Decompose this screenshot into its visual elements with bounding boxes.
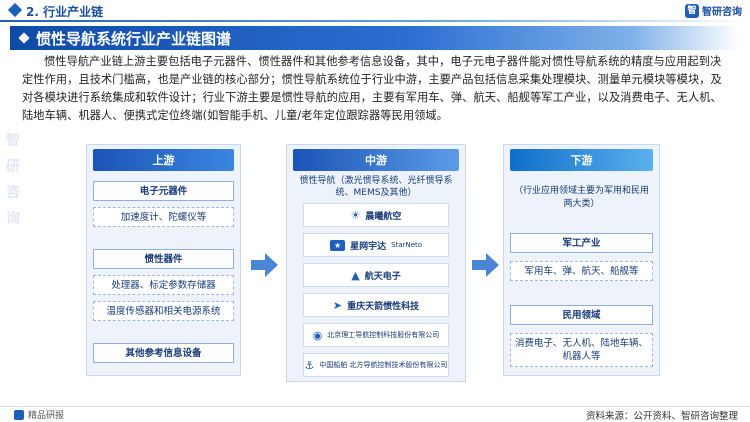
arrow-icon: ➤ — [332, 298, 343, 312]
upstream-group-inertial: 惯性器件 处理器、标定参数存储器 温度传感器和相关电源系统 — [93, 249, 234, 321]
downstream-panel: 下游 （行业应用领域主要为军用和民用两大类） 军工产业 军用车、弹、航天、船舰等… — [503, 144, 660, 376]
title-bar: 惯性导航系统行业产业链图谱 — [10, 26, 740, 50]
civil-item[interactable]: 消费电子、无人机、陆地车辆、机器人等 — [510, 333, 653, 367]
company-subname: StarNeto — [391, 241, 423, 249]
description-paragraph: 惯性导航产业链上游主要包括电子元器件、惯性器件和其他参考信息设备，其中，电子元电… — [22, 55, 722, 122]
north-nav-icon: ⚓ — [304, 358, 315, 372]
page-title: 惯性导航系统行业产业链图谱 — [36, 29, 232, 48]
brand-logo[interactable]: 智 智研咨询 — [685, 3, 742, 18]
watermark-char: 询 — [6, 211, 20, 227]
civil-title[interactable]: 民用领域 — [510, 305, 653, 325]
company-tianjian[interactable]: ➤ 重庆天箭惯性科技 — [303, 293, 449, 317]
electronics-item[interactable]: 加速度计、陀螺仪等 — [93, 207, 234, 227]
downstream-note: （行业应用领域主要为军用和民用两大类） — [513, 186, 649, 209]
company-bit-navigation[interactable]: ◉ 北京理工导航控制科技股份有限公司 — [303, 323, 449, 347]
morning-sun-icon: ☀ — [350, 208, 361, 222]
header-divider — [0, 20, 750, 22]
midstream-panel: 中游 惯性导航（激光惯导系统、光纤惯导系统、MEMS及其他） ☀ 晨曦航空 ★ … — [286, 144, 466, 382]
upstream-group-other: 其他参考信息设备 — [93, 343, 234, 363]
brand-logo-text: 智研咨询 — [702, 7, 742, 18]
midstream-note: 惯性导航（激光惯导系统、光纤惯导系统、MEMS及其他） — [299, 176, 453, 198]
inertial-item-processor[interactable]: 处理器、标定参数存储器 — [93, 275, 234, 295]
downstream-header: 下游 — [510, 149, 653, 171]
footer: 精品研报 资料来源：公开资料、智研咨询整理 — [0, 406, 750, 422]
watermark-char: 研 — [6, 159, 20, 175]
section-diamond-icon — [7, 2, 23, 18]
watermark-char: 咨 — [6, 185, 20, 201]
title-diamond-icon — [18, 32, 30, 44]
section-title: 2. 行业产业链 — [26, 5, 104, 19]
watermark-char: 智 — [6, 133, 20, 149]
military-item[interactable]: 军用车、弹、航天、船舰等 — [510, 261, 653, 281]
watermark: 智 研 咨 询 — [2, 130, 24, 228]
company-name: 重庆天箭惯性科技 — [347, 301, 420, 312]
downstream-group-civil: 民用领域 消费电子、无人机、陆地车辆、机器人等 — [510, 305, 653, 367]
company-chenxi[interactable]: ☀ 晨曦航空 — [303, 203, 449, 227]
footer-divider — [0, 406, 750, 407]
company-name: 晨曦航空 — [365, 211, 402, 222]
flow-arrow-icon — [251, 252, 279, 278]
aerospace-icon: ▲ — [351, 268, 360, 282]
electronics-title[interactable]: 电子元器件 — [93, 181, 234, 201]
military-title[interactable]: 军工产业 — [510, 233, 653, 253]
company-north-navigation[interactable]: ⚓ 中国船舶 北方导航控制技术股份有限公司 — [303, 353, 449, 377]
flow-arrow-icon — [472, 252, 500, 278]
company-aerospace-electronics[interactable]: ▲ 航天电子 — [303, 263, 449, 287]
report-icon — [14, 409, 24, 420]
upstream-group-electronics: 电子元器件 加速度计、陀螺仪等 — [93, 181, 234, 227]
company-name: 北京理工导航控制科技股份有限公司 — [327, 331, 440, 339]
company-starneto[interactable]: ★ 星网宇达 StarNeto — [303, 233, 449, 257]
downstream-group-military: 军工产业 军用车、弹、航天、船舰等 — [510, 233, 653, 281]
inertial-item-temperature[interactable]: 温度传感器和相关电源系统 — [93, 301, 234, 321]
midstream-header: 中游 — [293, 149, 459, 171]
brand-logo-icon: 智 — [685, 3, 699, 18]
company-name: 航天电子 — [364, 271, 401, 282]
upstream-header: 上游 — [93, 149, 234, 171]
upstream-panel: 上游 电子元器件 加速度计、陀螺仪等 惯性器件 处理器、标定参数存储器 温度传感… — [86, 144, 241, 376]
company-name: 星网宇达 — [350, 241, 387, 252]
source-note: 资料来源：公开资料、智研咨询整理 — [585, 411, 738, 422]
top-bar: 2. 行业产业链 智 智研咨询 — [0, 0, 750, 22]
footer-left[interactable]: 精品研报 — [14, 408, 64, 421]
inertial-devices-title[interactable]: 惯性器件 — [93, 249, 234, 269]
other-reference-devices[interactable]: 其他参考信息设备 — [93, 343, 234, 363]
star-icon: ★ — [329, 239, 346, 251]
footer-left-label: 精品研报 — [28, 411, 65, 421]
bit-nav-icon: ◉ — [312, 328, 323, 342]
company-name: 中国船舶 北方导航控制技术股份有限公司 — [319, 361, 448, 369]
